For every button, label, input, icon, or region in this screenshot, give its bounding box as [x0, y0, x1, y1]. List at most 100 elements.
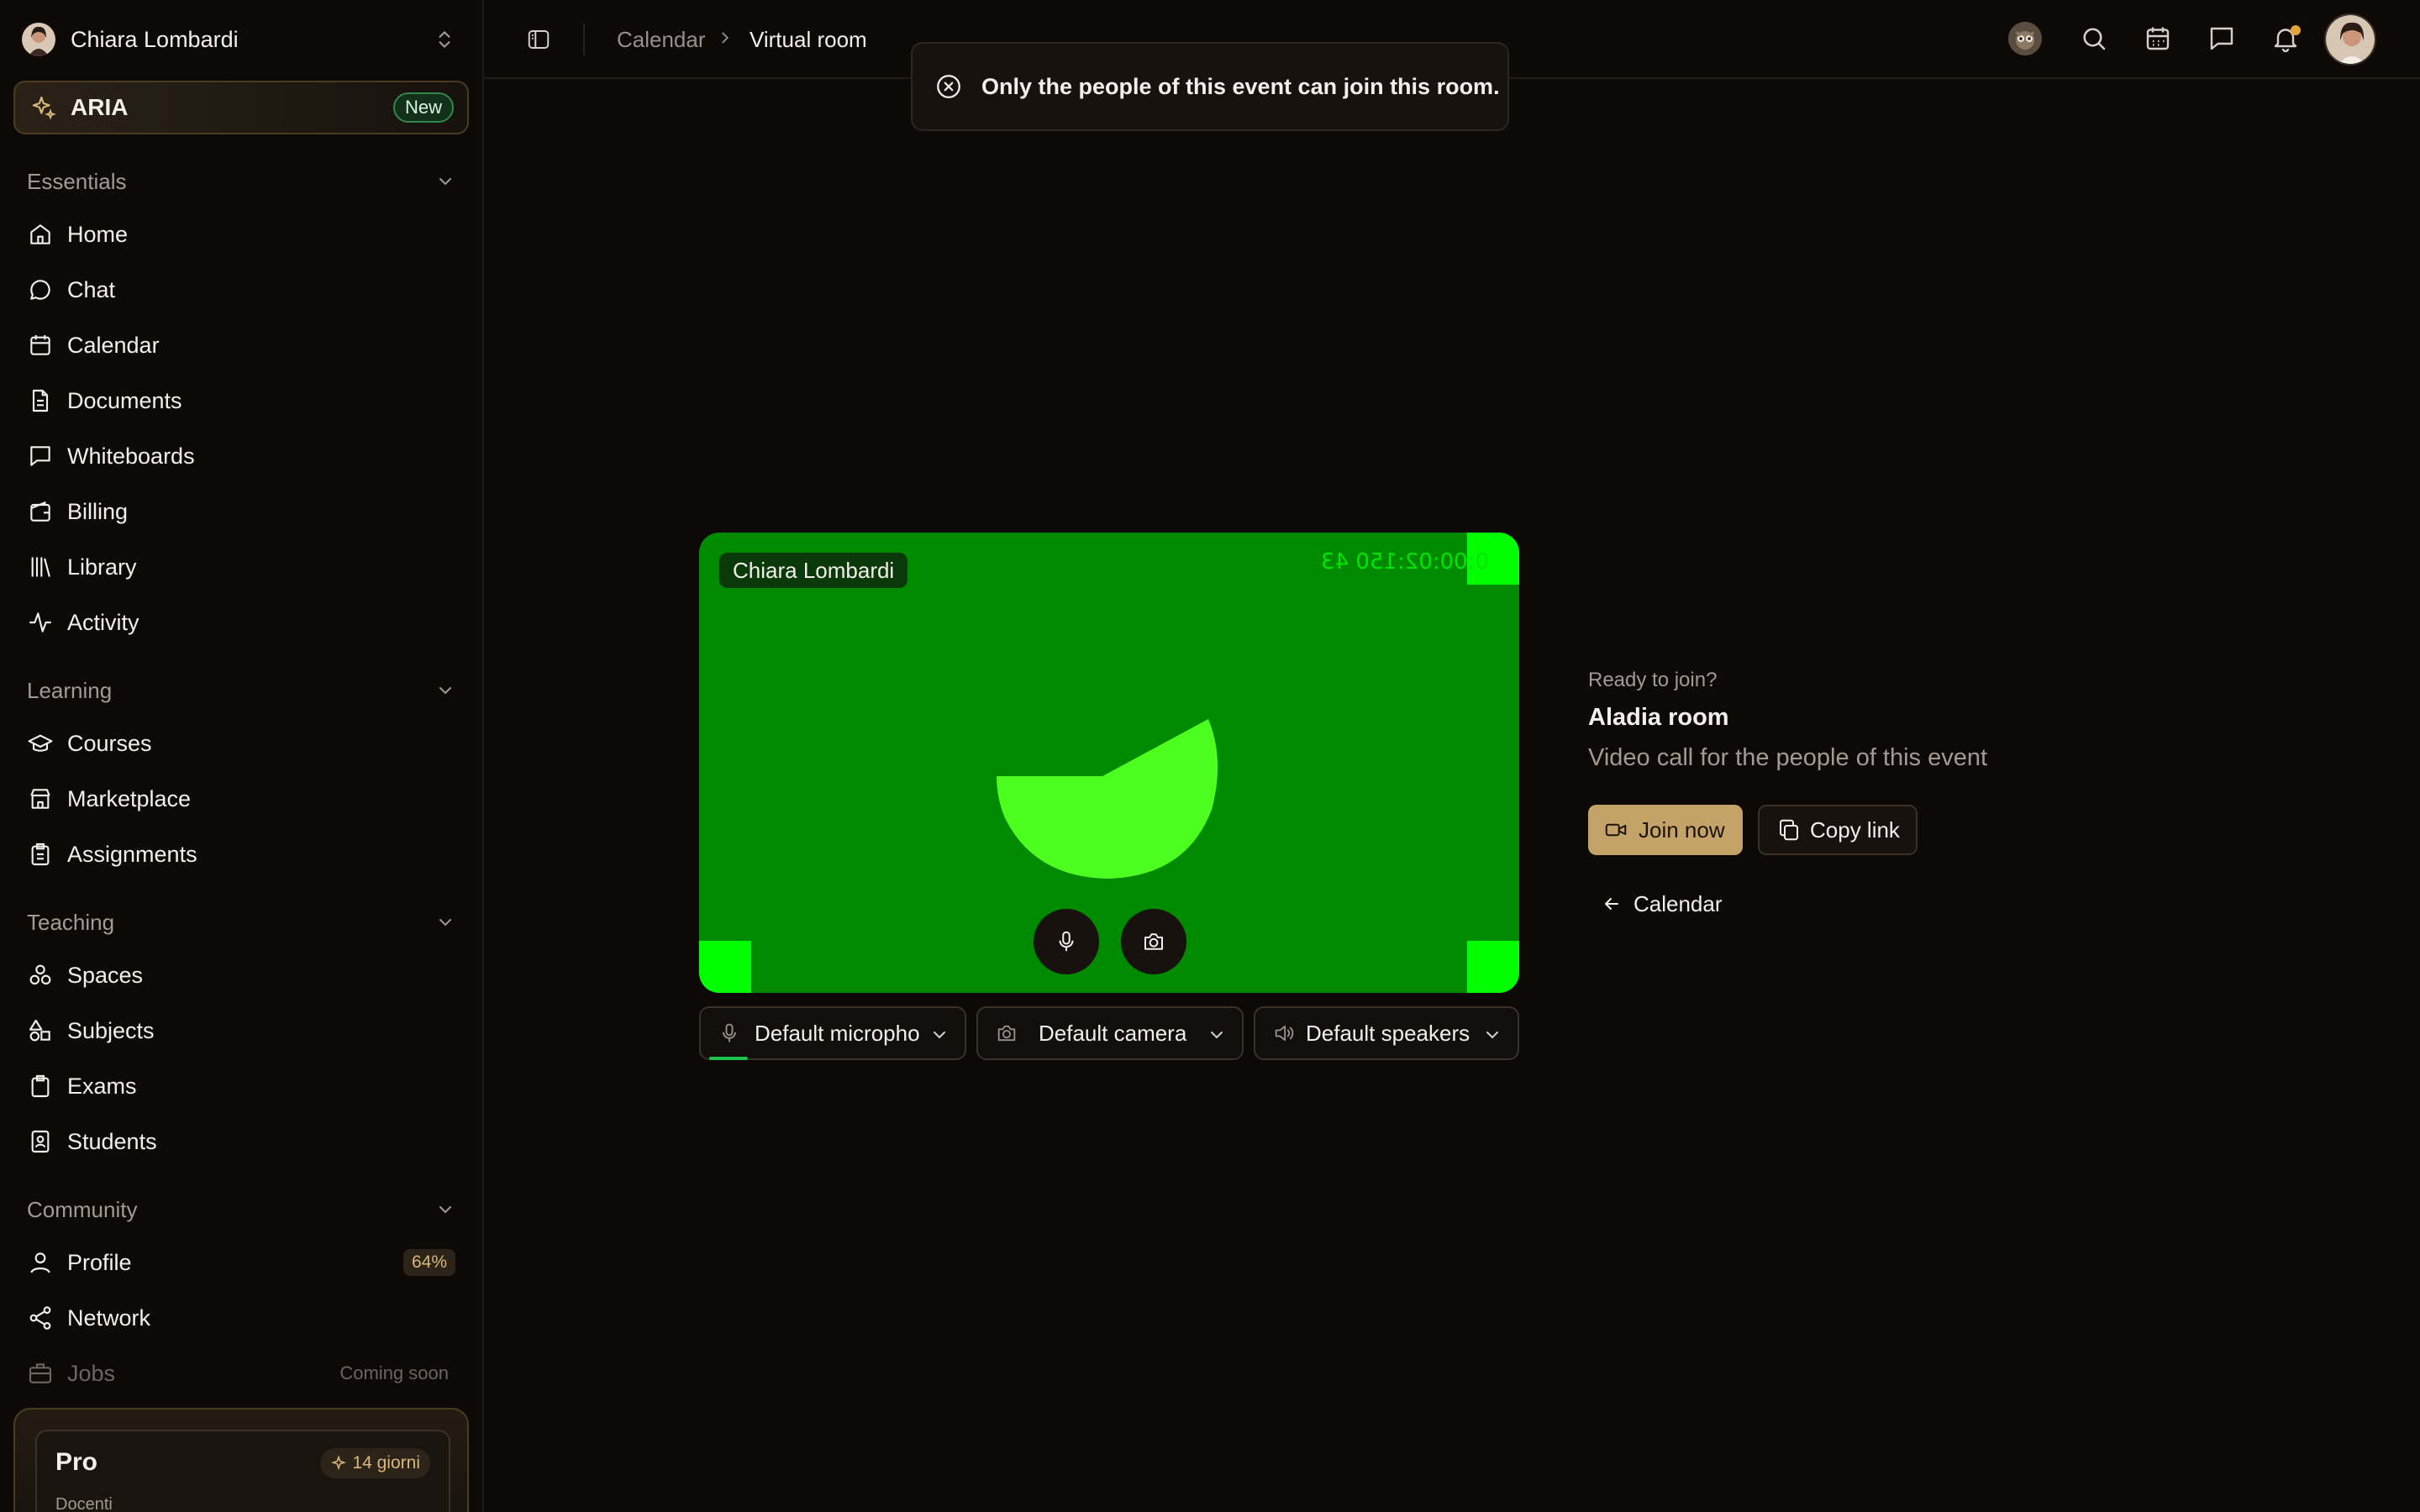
- sidebar-item-subjects[interactable]: Subjects: [27, 1010, 455, 1052]
- sidebar-item-students[interactable]: Students: [27, 1121, 455, 1163]
- chevron-down-icon: [439, 1206, 451, 1214]
- calendar-icon[interactable]: [2143, 24, 2173, 54]
- error-toast: Only the people of this event can join t…: [911, 42, 1509, 131]
- user-avatar: [22, 23, 55, 56]
- corner-marker: [1467, 941, 1519, 993]
- sidebar-item-network[interactable]: Network: [27, 1297, 455, 1339]
- room-name: Aladia room: [1588, 704, 1729, 731]
- breadcrumb-calendar[interactable]: Calendar: [617, 27, 706, 53]
- spaces-icon: [29, 964, 51, 985]
- store-icon: [30, 789, 50, 809]
- mute-microphone-button[interactable]: [1034, 909, 1099, 974]
- toast-message: Only the people of this event can join t…: [981, 73, 1500, 99]
- sidebar-item-label: Calendar: [67, 332, 160, 358]
- library-icon: [31, 557, 50, 577]
- sidebar-item-label: Library: [67, 554, 137, 580]
- sidebar-item-billing[interactable]: Billing: [27, 491, 455, 533]
- clipboard-icon: [31, 843, 50, 866]
- divider: [583, 24, 585, 55]
- sidebar-item-whiteboards[interactable]: Whiteboards: [27, 435, 455, 477]
- sidebar-item-documents[interactable]: Documents: [27, 380, 455, 422]
- speaker-icon: [1275, 1025, 1294, 1042]
- back-link-label: Calendar: [1634, 890, 1723, 916]
- chevron-down-icon: [934, 1032, 945, 1039]
- chevron-down-icon: [1211, 1032, 1223, 1039]
- microphone-select[interactable]: Default micropho: [699, 1006, 966, 1060]
- toggle-camera-button[interactable]: [1121, 909, 1186, 974]
- sidebar-item-exams[interactable]: Exams: [27, 1065, 455, 1107]
- aria-label: ARIA: [71, 94, 129, 120]
- camera-icon: [1144, 933, 1163, 950]
- section-title: Essentials: [27, 168, 127, 194]
- share-network-icon: [29, 1306, 51, 1330]
- sidebar-item-label: Spaces: [67, 962, 144, 988]
- sidebar-item-label: Assignments: [67, 841, 197, 867]
- sidebar-item-label: Marketplace: [67, 785, 192, 811]
- sidebar-item-marketplace[interactable]: Marketplace: [27, 778, 455, 820]
- sidebar: Chiara Lombardi ARIA New Essentials Home…: [0, 0, 484, 1512]
- camera-select[interactable]: Default camera: [976, 1006, 1244, 1060]
- speakers-select[interactable]: Default speakers: [1254, 1006, 1519, 1060]
- ready-to-join-label: Ready to join?: [1588, 669, 1718, 691]
- sidebar-item-label: Chat: [67, 276, 116, 302]
- section-title: Learning: [27, 677, 113, 703]
- pro-plan-subtitle: Docenti: [55, 1495, 113, 1512]
- chat-bubble-icon: [30, 280, 50, 300]
- participant-name-tag: Chiara Lombardi: [719, 553, 908, 588]
- section-learning[interactable]: Learning: [27, 674, 455, 707]
- back-to-calendar-link[interactable]: Calendar: [1602, 887, 1723, 921]
- sidebar-item-label: Subjects: [67, 1017, 155, 1043]
- chevron-down-icon: [1486, 1032, 1498, 1039]
- sidebar-item-home[interactable]: Home: [27, 213, 455, 255]
- sidebar-item-spaces[interactable]: Spaces: [27, 954, 455, 996]
- calendar-icon: [30, 335, 50, 355]
- message-icon[interactable]: [2207, 24, 2237, 54]
- chevrons-up-down-icon: [439, 31, 450, 48]
- video-camera-icon: [1605, 823, 1627, 837]
- arrow-left-icon: [1605, 898, 1618, 910]
- video-timecode: 0:00:02:150 43: [1321, 549, 1489, 575]
- sidebar-item-profile[interactable]: Profile 64%: [27, 1242, 455, 1284]
- section-teaching[interactable]: Teaching: [27, 906, 455, 939]
- profile-progress-badge: 64%: [402, 1249, 455, 1276]
- video-preview: Chiara Lombardi 0:00:02:150 43: [699, 533, 1519, 993]
- microphone-select-value: Default micropho: [755, 1020, 920, 1046]
- section-essentials[interactable]: Essentials: [27, 165, 455, 198]
- copy-icon: [1780, 819, 1798, 841]
- aria-button[interactable]: ARIA New: [13, 81, 469, 134]
- section-community[interactable]: Community: [27, 1193, 455, 1226]
- briefcase-icon: [29, 1363, 52, 1383]
- join-now-button[interactable]: Join now: [1588, 805, 1743, 855]
- sidebar-item-label: Home: [67, 221, 129, 247]
- close-circle-icon: [937, 75, 960, 98]
- chevron-down-icon: [439, 687, 451, 695]
- room-description: Video call for the people of this event: [1588, 744, 1988, 771]
- document-icon: [32, 389, 49, 412]
- pro-plan-card[interactable]: Pro 14 giorni Docenti: [13, 1408, 469, 1512]
- sidebar-item-assignments[interactable]: Assignments: [27, 833, 455, 875]
- chevron-right-icon: [722, 32, 729, 44]
- join-now-label: Join now: [1639, 816, 1725, 843]
- chevron-down-icon: [439, 919, 451, 927]
- notification-dot: [2291, 25, 2301, 35]
- trial-days-badge: 14 giorni: [320, 1448, 430, 1478]
- profile-avatar[interactable]: [2324, 13, 2376, 66]
- assistant-avatar[interactable]: [2008, 22, 2042, 55]
- account-switcher[interactable]: Chiara Lombardi: [22, 18, 455, 60]
- pro-plan-inner: Pro 14 giorni Docenti: [35, 1430, 450, 1512]
- sidebar-item-calendar[interactable]: Calendar: [27, 324, 455, 366]
- sidebar-toggle-icon[interactable]: [526, 27, 551, 52]
- sidebar-item-label: Billing: [67, 498, 129, 524]
- sidebar-item-library[interactable]: Library: [27, 546, 455, 588]
- activity-icon: [29, 612, 52, 633]
- sidebar-item-label: Students: [67, 1128, 157, 1154]
- search-icon[interactable]: [2079, 24, 2109, 54]
- user-icon: [30, 1252, 50, 1273]
- sidebar-item-chat[interactable]: Chat: [27, 269, 455, 311]
- copy-link-button[interactable]: Copy link: [1758, 805, 1918, 855]
- sidebar-item-label: Documents: [67, 387, 182, 413]
- sidebar-item-label: Jobs: [67, 1360, 116, 1386]
- sidebar-item-activity[interactable]: Activity: [27, 601, 455, 643]
- microphone-icon: [1059, 931, 1074, 952]
- sidebar-item-courses[interactable]: Courses: [27, 722, 455, 764]
